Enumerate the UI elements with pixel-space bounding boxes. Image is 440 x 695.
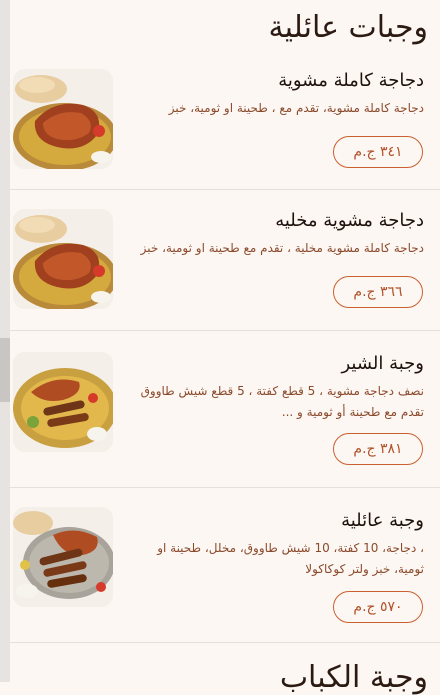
menu-item-description: نصف دجاجة مشوية ، 5 قطع كفتة ، 5 قطع شيش… bbox=[140, 384, 424, 419]
price-button[interactable]: ٥٧٠ ج.م bbox=[333, 591, 423, 623]
mixed-grill-platter-icon bbox=[13, 352, 113, 452]
menu-item-info: دجاجة كاملة مشوية دجاجة كاملة مشوية، تقد… bbox=[128, 68, 424, 119]
menu-item-description: ، دجاجة، 10 كفتة، 10 شيش طاووق، مخلل، طح… bbox=[157, 541, 424, 576]
menu-list: وجبات عائلية دجاجة كاملة مشوية دجاجة كام… bbox=[10, 0, 440, 695]
menu-item-card[interactable]: وجبة عائلية ، دجاجة، 10 كفتة، 10 شيش طاو… bbox=[10, 487, 440, 643]
price-button[interactable]: ٣٤١ ج.م bbox=[333, 136, 423, 168]
scrollbar-track[interactable] bbox=[0, 0, 10, 682]
menu-item-info: دجاجة مشوية مخليه دجاجة كاملة مشوية مخلي… bbox=[128, 208, 424, 259]
family-grill-platter-icon bbox=[13, 507, 113, 607]
section-title-kebab-meal: وجبة الكباب bbox=[279, 660, 428, 695]
price-button[interactable]: ٣٦٦ ج.م bbox=[333, 276, 423, 308]
menu-item-card[interactable]: دجاجة كاملة مشوية دجاجة كاملة مشوية، تقد… bbox=[10, 50, 440, 190]
menu-item-info: وجبة عائلية ، دجاجة، 10 كفتة، 10 شيش طاو… bbox=[128, 508, 424, 580]
scrollbar-thumb[interactable] bbox=[0, 338, 10, 402]
menu-item-description: دجاجة كاملة مشوية، تقدم مع ، طحينة او ثو… bbox=[168, 101, 424, 115]
menu-item-title: دجاجة مشوية مخليه bbox=[275, 210, 424, 231]
menu-item-title: دجاجة كاملة مشوية bbox=[278, 70, 424, 91]
menu-item-title: وجبة الشير bbox=[341, 353, 424, 374]
grilled-chicken-rice-icon bbox=[13, 209, 113, 309]
section-title-family-meals: وجبات عائلية bbox=[268, 10, 428, 45]
menu-item-card[interactable]: دجاجة مشوية مخليه دجاجة كاملة مشوية مخلي… bbox=[10, 189, 440, 331]
price-button[interactable]: ٣٨١ ج.م bbox=[333, 433, 423, 465]
menu-item-card[interactable]: وجبة الشير نصف دجاجة مشوية ، 5 قطع كفتة … bbox=[10, 330, 440, 488]
menu-item-description: دجاجة كاملة مشوية مخلية ، تقدم مع طحينة … bbox=[140, 241, 424, 255]
menu-item-title: وجبة عائلية bbox=[341, 510, 424, 531]
grilled-chicken-rice-icon bbox=[13, 69, 113, 169]
menu-item-info: وجبة الشير نصف دجاجة مشوية ، 5 قطع كفتة … bbox=[128, 351, 424, 423]
